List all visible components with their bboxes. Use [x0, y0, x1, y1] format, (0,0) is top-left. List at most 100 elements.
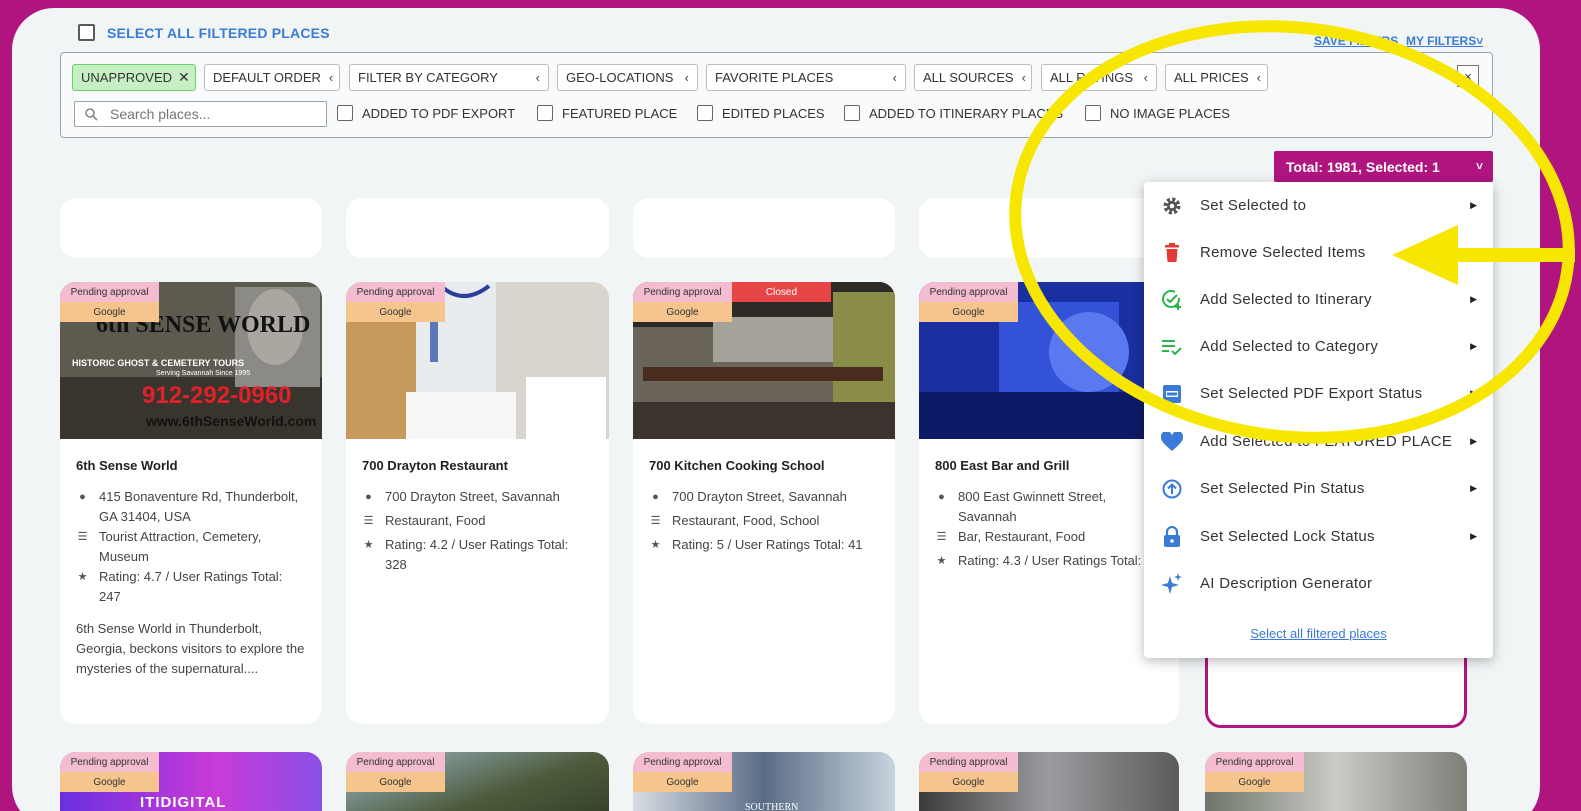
checkbox[interactable]: [337, 105, 353, 121]
place-card[interactable]: ITIDIGITAL Pending approval Google: [60, 752, 322, 811]
pending-badge: Pending approval: [60, 752, 159, 772]
menu-item-set-selected[interactable]: Set Selected to ▶: [1144, 182, 1493, 229]
remove-chip-icon[interactable]: ✕: [178, 69, 190, 86]
place-card[interactable]: 6th SENSE WORLD HISTORIC GHOST & CEMETER…: [60, 282, 322, 724]
address-row: ● 800 East Gwinnett Street, Savannah: [935, 487, 1164, 527]
chevron-left-icon: ‹: [892, 70, 897, 85]
sparkle-icon: [1161, 572, 1183, 595]
place-card[interactable]: Pending approval Google: [1205, 752, 1467, 811]
image-since: Serving Savannah Since 1995: [156, 370, 251, 377]
pending-badge: Pending approval: [60, 282, 159, 302]
place-title[interactable]: 6th Sense World: [76, 458, 178, 473]
search-input[interactable]: [110, 106, 310, 122]
address-row: ● 415 Bonaventure Rd, Thunderbolt, GA 314…: [76, 487, 305, 527]
place-title[interactable]: 700 Kitchen Cooking School: [649, 458, 825, 473]
menu-item-label: Add Selected to Itinerary: [1200, 291, 1372, 308]
checkbox[interactable]: [537, 105, 553, 121]
order-dropdown[interactable]: DEFAULT ORDER ‹: [204, 64, 340, 91]
favorites-dropdown[interactable]: FAVORITE PLACES ‹: [706, 64, 906, 91]
submenu-arrow-icon: ▶: [1470, 531, 1477, 541]
source-badge: Google: [633, 772, 732, 792]
address-row: ● 700 Drayton Street, Savannah: [649, 487, 878, 507]
image-text: ITIDIGITAL: [140, 794, 227, 811]
place-card[interactable]: [60, 198, 322, 258]
address-text: 700 Drayton Street, Savannah: [672, 489, 847, 504]
menu-item-add-itinerary[interactable]: Add Selected to Itinerary ▶: [1144, 276, 1493, 323]
source-badge: Google: [60, 302, 159, 322]
lock-icon: [1161, 525, 1183, 548]
image-subtitle: HISTORIC GHOST & CEMETERY TOURS: [72, 358, 245, 368]
menu-item-label: Add Selected to Category: [1200, 338, 1379, 355]
place-card[interactable]: Pending approval Google: [346, 752, 609, 811]
featured-checkbox[interactable]: FEATURED PLACE: [537, 105, 677, 121]
category-dropdown[interactable]: FILTER BY CATEGORY ‹: [349, 64, 549, 91]
address-text: 800 East Gwinnett Street, Savannah: [958, 489, 1107, 524]
menu-item-featured[interactable]: Add Selected to FEATURED PLACE ▶: [1144, 418, 1493, 465]
menu-item-pdf-export[interactable]: Set Selected PDF Export Status ▶: [1144, 370, 1493, 417]
place-card[interactable]: [633, 198, 895, 258]
my-filters-link[interactable]: MY FILTERS˅: [1406, 34, 1483, 48]
place-image: SOUTHERN Pending approval Google: [633, 752, 895, 811]
place-image: 6th SENSE WORLD HISTORIC GHOST & CEMETER…: [60, 282, 322, 439]
menu-item-remove-selected[interactable]: Remove Selected Items: [1144, 229, 1493, 276]
bulk-actions-menu: Set Selected to ▶ Remove Selected Items …: [1144, 182, 1493, 658]
menu-item-label: AI Description Generator: [1200, 575, 1373, 592]
unapproved-filter-chip[interactable]: UNAPPROVED ✕: [72, 64, 196, 91]
checkbox[interactable]: [697, 105, 713, 121]
menu-item-lock-status[interactable]: Set Selected Lock Status ▶: [1144, 513, 1493, 560]
close-filters-button[interactable]: ×: [1457, 65, 1479, 87]
menu-item-label: Set Selected to: [1200, 197, 1307, 214]
itinerary-checkbox[interactable]: ADDED TO ITINERARY PLACES: [844, 105, 1063, 121]
pin-up-icon: [1161, 478, 1183, 500]
place-title[interactable]: 700 Drayton Restaurant: [362, 458, 508, 473]
source-badge: Google: [1205, 772, 1304, 792]
geo-dropdown[interactable]: GEO-LOCATIONS ‹: [557, 64, 698, 91]
select-all-filtered-link[interactable]: Select all filtered places: [1144, 626, 1493, 641]
submenu-arrow-icon: ▶: [1470, 294, 1477, 304]
pin-icon: ●: [365, 491, 372, 503]
geo-label: GEO-LOCATIONS: [566, 70, 674, 85]
pending-badge: Pending approval: [346, 282, 445, 302]
category-row: ☰ Restaurant, Food, School: [649, 511, 878, 531]
place-card[interactable]: Pending approval Google: [919, 752, 1179, 811]
category-text: Bar, Restaurant, Food: [958, 529, 1086, 544]
place-card[interactable]: SOUTHERN Pending approval Google: [633, 752, 895, 811]
chevron-left-icon: ‹: [328, 70, 334, 85]
order-label: DEFAULT ORDER: [213, 70, 321, 85]
total-selected-button[interactable]: Total: 1981, Selected: 1 ˅: [1274, 151, 1493, 182]
select-all-row[interactable]: SELECT ALL FILTERED PLACES: [78, 24, 330, 41]
place-card[interactable]: [919, 198, 1179, 258]
unapproved-filter-label: UNAPPROVED: [81, 70, 173, 85]
image-phone: 912-292-0960: [142, 382, 292, 409]
pdf-export-checkbox[interactable]: ADDED TO PDF EXPORT: [337, 105, 515, 121]
rating-row: ★ Rating: 5 / User Ratings Total: 41: [649, 535, 878, 555]
ratings-label: ALL RATINGS: [1050, 70, 1134, 85]
chevron-left-icon: ‹: [1021, 70, 1026, 85]
prices-dropdown[interactable]: ALL PRICES ‹: [1165, 64, 1268, 91]
place-title[interactable]: 800 East Bar and Grill: [935, 458, 1069, 473]
no-image-checkbox[interactable]: NO IMAGE PLACES: [1085, 105, 1230, 121]
menu-item-ai-description[interactable]: AI Description Generator: [1144, 560, 1493, 607]
save-filters-link[interactable]: SAVE FILTERS: [1314, 34, 1398, 48]
edited-label: EDITED PLACES: [722, 105, 825, 121]
rating-row: ★ Rating: 4.7 / User Ratings Total: 247: [76, 567, 305, 607]
prices-label: ALL PRICES: [1174, 70, 1249, 85]
search-box[interactable]: [74, 101, 327, 127]
menu-item-pin-status[interactable]: Set Selected Pin Status ▶: [1144, 465, 1493, 512]
place-card[interactable]: Pending approval Google 700 Drayton Rest…: [346, 282, 609, 724]
checkbox[interactable]: [844, 105, 860, 121]
select-all-checkbox[interactable]: [78, 24, 95, 41]
place-card[interactable]: [346, 198, 609, 258]
submenu-arrow-icon: ▶: [1470, 436, 1477, 446]
menu-item-add-category[interactable]: Add Selected to Category ▶: [1144, 323, 1493, 370]
edited-checkbox[interactable]: EDITED PLACES: [697, 105, 825, 121]
place-card[interactable]: Pending approval Closed Google 700 Kitch…: [633, 282, 895, 724]
list-icon: ☰: [363, 515, 374, 527]
checkbox[interactable]: [1085, 105, 1101, 121]
place-card[interactable]: Pending approval Google 800 East Bar and…: [919, 282, 1179, 724]
ratings-dropdown[interactable]: ALL RATINGS ‹: [1041, 64, 1157, 91]
sources-dropdown[interactable]: ALL SOURCES ‹: [914, 64, 1032, 91]
select-all-label[interactable]: SELECT ALL FILTERED PLACES: [107, 25, 330, 41]
trash-icon: [1161, 242, 1183, 264]
total-selected-label: Total: 1981, Selected: 1: [1286, 158, 1440, 175]
